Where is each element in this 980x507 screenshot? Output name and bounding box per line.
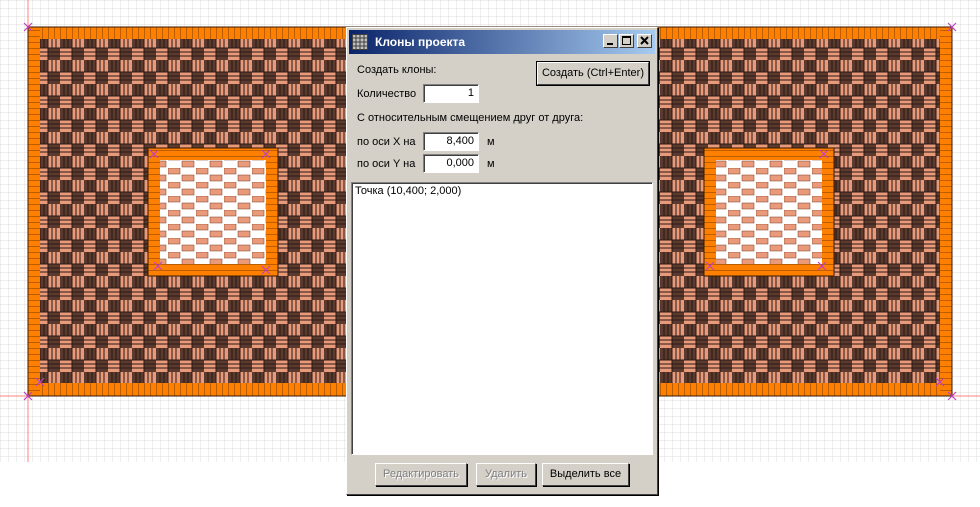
app-grid-icon: [352, 34, 368, 50]
y-unit-label: м: [487, 158, 495, 170]
maximize-button[interactable]: [619, 34, 634, 48]
x-offset-label: по оси X на: [357, 136, 416, 148]
delete-button[interactable]: Удалить: [476, 463, 536, 486]
quantity-label: Количество: [357, 88, 417, 100]
clones-listbox[interactable]: Точка (10,400; 2,000): [351, 182, 653, 455]
wall-border-right: [940, 27, 952, 396]
create-button[interactable]: Создать (Ctrl+Enter): [536, 61, 650, 86]
y-offset-label: по оси Y на: [357, 158, 416, 170]
offset-label: С относительным смещением друг от друга:: [357, 112, 584, 124]
window-opening-right[interactable]: [703, 147, 835, 277]
quantity-input[interactable]: 1: [423, 84, 479, 103]
wall-border-left: [28, 27, 40, 396]
clones-dialog: Клоны проекта Создать клоны: Создать (Ct…: [346, 27, 658, 495]
minimize-button[interactable]: [603, 34, 618, 48]
create-clones-label: Создать клоны:: [357, 64, 437, 76]
list-item[interactable]: Точка (10,400; 2,000): [355, 185, 461, 197]
x-offset-input[interactable]: 8,400: [423, 132, 479, 151]
window-opening-left[interactable]: [147, 147, 279, 277]
maximize-icon: [622, 36, 631, 45]
dialog-titlebar[interactable]: Клоны проекта: [349, 30, 655, 54]
edit-button[interactable]: Редактировать: [375, 463, 467, 486]
close-icon: [640, 36, 649, 45]
x-unit-label: м: [487, 136, 495, 148]
close-button[interactable]: [637, 34, 652, 48]
select-all-button[interactable]: Выделить все: [542, 463, 629, 486]
y-offset-input[interactable]: 0,000: [423, 154, 479, 173]
minimize-icon: [607, 43, 613, 45]
dialog-title: Клоны проекта: [375, 35, 466, 49]
